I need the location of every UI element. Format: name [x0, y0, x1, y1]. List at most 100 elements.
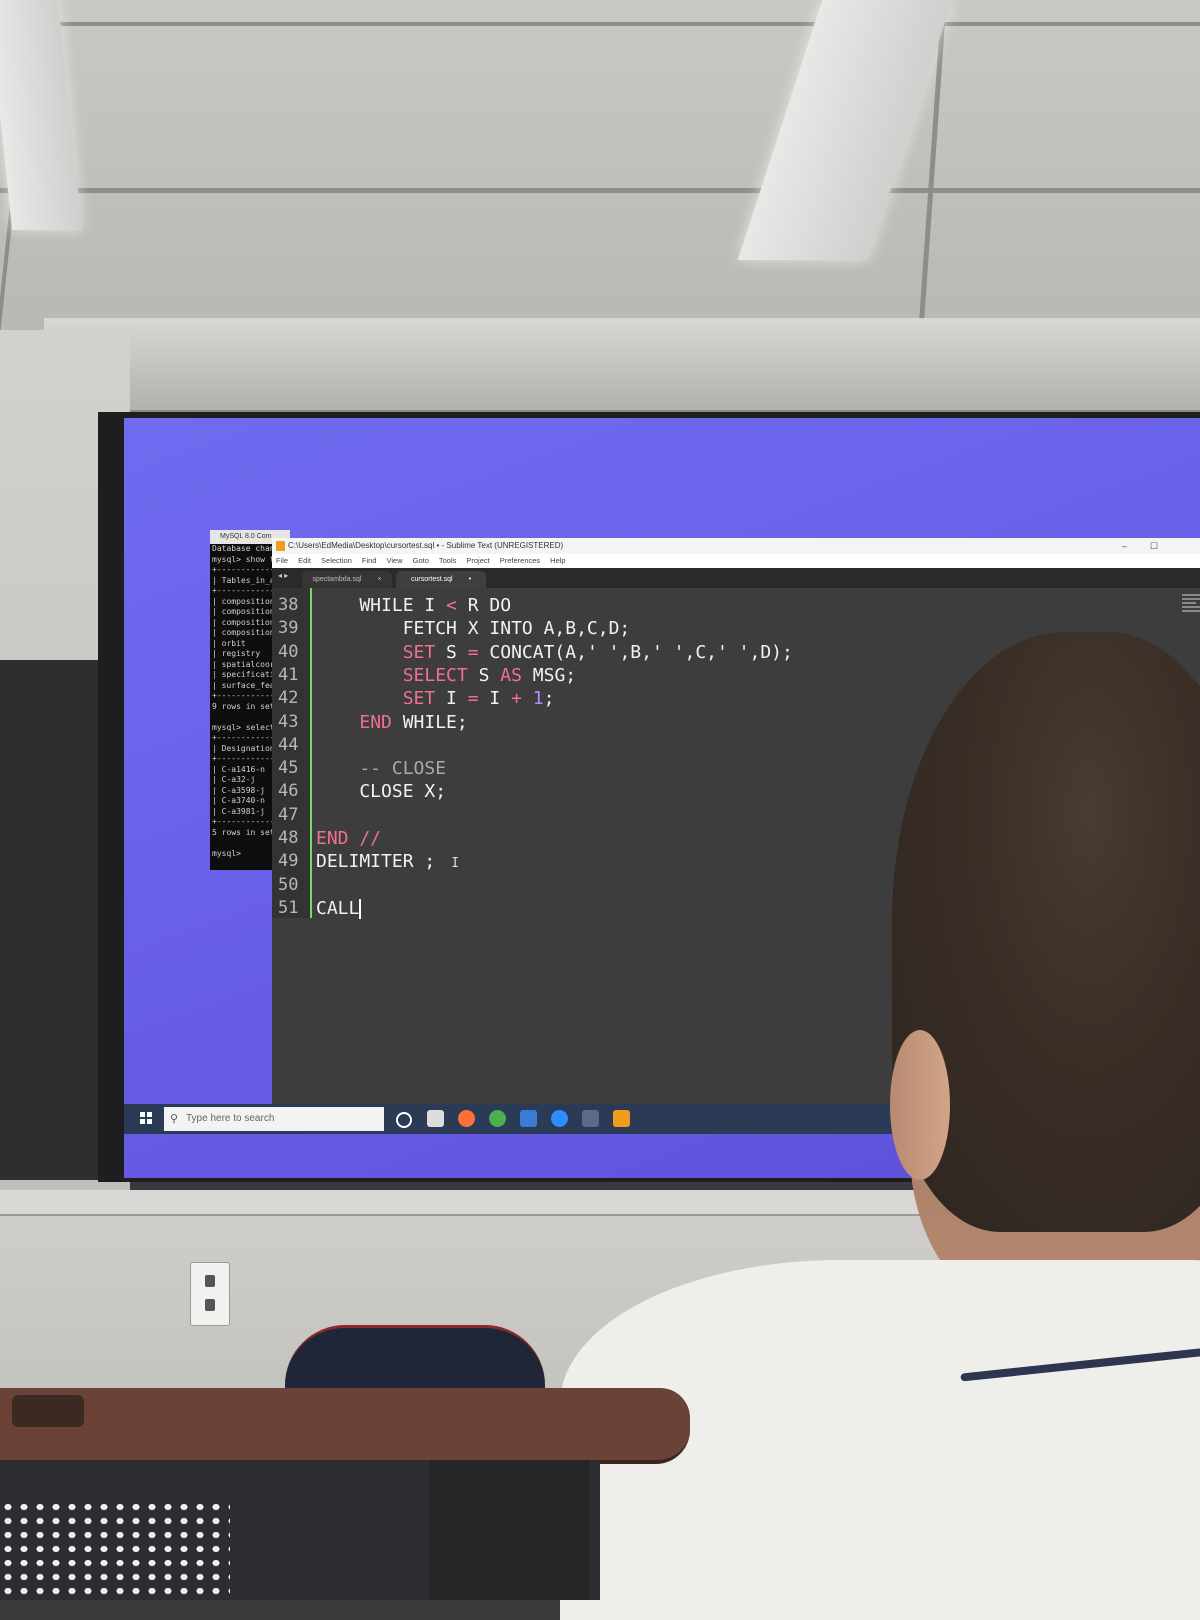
line-number: 49	[278, 851, 299, 872]
line-number: 42	[278, 688, 299, 709]
minimap[interactable]	[1182, 592, 1200, 622]
line-number: 41	[278, 664, 299, 685]
code-token: DELIMITER ;	[316, 851, 436, 873]
line-text: SET S = CONCAT(A,' ',B,' ',C,' ',D);	[316, 641, 793, 664]
menu-item-view[interactable]: View	[386, 556, 402, 565]
line-text: SELECT S AS MSG;	[316, 664, 576, 687]
code-token: R DO	[456, 595, 512, 616]
search-icon: ⚲	[170, 1113, 179, 1125]
menu-item-selection[interactable]: Selection	[321, 556, 352, 565]
line-text: END //	[316, 827, 381, 850]
menu-item-edit[interactable]: Edit	[298, 556, 311, 565]
line-text: WHILE I < R DO	[316, 594, 511, 617]
code-token: AS	[500, 664, 522, 686]
task-view-icon[interactable]	[427, 1110, 444, 1127]
minimize-icon[interactable]: –	[1122, 538, 1127, 554]
tab-close-icon[interactable]: ×	[377, 576, 381, 583]
menu-item-project[interactable]: Project	[466, 556, 489, 565]
window-title: C:\Users\EdMedia\Desktop\cursortest.sql …	[288, 541, 564, 550]
text-caret	[359, 898, 362, 919]
line-number: 39	[278, 618, 299, 639]
code-token: S	[435, 641, 468, 663]
code-token: -- CLOSE	[316, 758, 447, 780]
firefox-icon[interactable]	[458, 1110, 475, 1127]
code-token: END //	[316, 828, 382, 849]
chrome-icon[interactable]	[489, 1110, 506, 1127]
code-token: WHILE I	[316, 595, 447, 616]
menu-item-preferences[interactable]: Preferences	[500, 556, 540, 565]
code-token: =	[467, 641, 479, 663]
code-token: S	[467, 664, 501, 686]
windows-start-icon[interactable]	[140, 1112, 152, 1124]
tab-cursortest[interactable]: cursortest.sql •	[396, 571, 486, 588]
line-number: 45	[278, 758, 299, 779]
menu-item-help[interactable]: Help	[550, 556, 565, 565]
mouse-ibeam-icon: I	[451, 856, 460, 872]
tab-bar: ◂ ▸ spectambda.sql × cursortest.sql •	[272, 568, 1200, 588]
line-text: -- CLOSE	[316, 757, 446, 780]
code-token: WHILE;	[391, 711, 468, 733]
cortana-icon[interactable]	[396, 1112, 412, 1128]
code-token: CLOSE X;	[316, 781, 447, 803]
chalk-rail	[0, 1190, 1000, 1216]
ceiling-light	[737, 0, 953, 260]
maximize-icon[interactable]: ☐	[1150, 538, 1158, 554]
search-placeholder: Type here to search	[186, 1113, 275, 1124]
desk-vent	[0, 1500, 230, 1600]
line-text: DELIMITER ; I	[316, 850, 459, 875]
zoom-icon[interactable]	[551, 1110, 568, 1127]
menu-item-file[interactable]: File	[276, 556, 288, 565]
ceiling-light	[0, 0, 83, 230]
code-token: SET	[402, 641, 436, 663]
code-token: I	[435, 688, 468, 710]
line-number: 44	[278, 734, 299, 755]
tab-label: spectambda.sql	[312, 576, 362, 583]
line-number: 51	[278, 897, 299, 918]
code-token: CONCAT(A,' ',B,' ',C,' ',D);	[478, 641, 793, 663]
code-token: =	[467, 688, 479, 710]
ceiling	[0, 0, 1200, 330]
code-token: MSG;	[521, 664, 577, 686]
menu-item-goto[interactable]: Goto	[413, 556, 429, 565]
line-number: 38	[278, 595, 299, 615]
code-token: SET	[402, 688, 436, 710]
line-number: 47	[278, 804, 299, 825]
desk	[0, 1388, 690, 1464]
code-token: I	[478, 688, 512, 710]
menu-item-tools[interactable]: Tools	[439, 556, 457, 565]
code-token: CALL	[316, 897, 360, 919]
line-text: END WHILE;	[316, 711, 468, 734]
tab-spectambda[interactable]: spectambda.sql ×	[302, 571, 392, 588]
menu-item-find[interactable]: Find	[362, 556, 377, 565]
ceiling-grid	[0, 188, 1200, 193]
line-text: FETCH X INTO A,B,C,D;	[316, 617, 631, 640]
tab-label: cursortest.sql	[410, 576, 453, 583]
code-token: SELECT	[402, 664, 468, 686]
taskbar-search-input[interactable]: ⚲ Type here to search	[164, 1107, 384, 1131]
line-number: 50	[278, 874, 299, 895]
line-number: 46	[278, 781, 299, 802]
tab-modified-icon[interactable]: •	[469, 576, 471, 583]
power-outlet	[190, 1262, 230, 1326]
mysql-icon[interactable]	[582, 1110, 599, 1127]
code-token: +	[511, 688, 522, 710]
line-number: 43	[278, 711, 299, 732]
line-number: 48	[278, 828, 299, 848]
tab-nav-arrows-icon[interactable]: ◂ ▸	[278, 571, 288, 580]
code-token: ;	[543, 688, 555, 710]
sublime-text-icon	[276, 541, 285, 551]
window-titlebar: C:\Users\EdMedia\Desktop\cursortest.sql …	[272, 538, 1200, 554]
sublime-text-icon[interactable]	[613, 1110, 630, 1127]
line-number: 40	[278, 641, 299, 662]
line-text: SET I = I + 1;	[316, 687, 555, 710]
line-text: CALL	[316, 897, 362, 920]
menu-bar: File Edit Selection Find View Goto Tools Projec…	[272, 554, 1200, 568]
line-text: CLOSE X;	[316, 780, 446, 803]
ceiling-grid	[0, 22, 1200, 26]
edge-icon[interactable]	[520, 1110, 537, 1127]
